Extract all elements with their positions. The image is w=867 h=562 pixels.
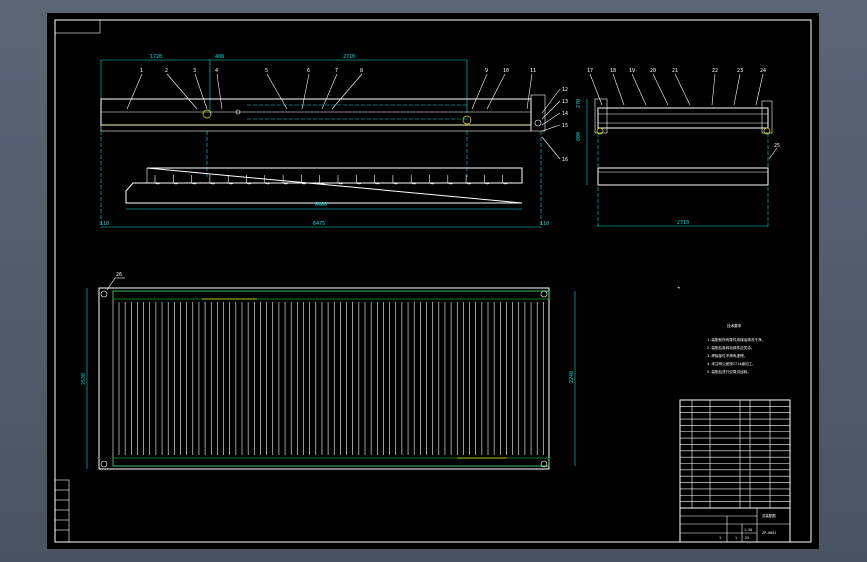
dim-overall-length: 6475 [313, 221, 325, 227]
callout-22: 22 [712, 68, 718, 74]
pulley-right [462, 115, 472, 125]
callout-15: 15 [562, 123, 568, 129]
dim-inner-length: 6400 [315, 202, 327, 208]
callout-20: 20 [650, 68, 656, 74]
dim-span: 2710 [343, 54, 355, 60]
technical-notes: 技术要求 1.装配前所有零件用煤油清洗干净。 2.装配后各转动部件应灵活。 3.… [707, 323, 765, 374]
callout-5: 5 [265, 68, 268, 74]
side-frame [597, 107, 769, 129]
revision-strip [54, 479, 70, 543]
callout-3: 3 [193, 68, 196, 74]
front-view: 1728 408 2710 1 2 3 4 5 6 7 8 9 10 111213141516 64… [100, 54, 568, 228]
callout-8: 8 [360, 68, 363, 74]
drawing-number: ZP-0001 [762, 531, 776, 535]
callout-plan: 26 [116, 272, 122, 278]
callout-17: 17 [587, 68, 593, 74]
callout-9: 9 [485, 68, 488, 74]
callout-23: 23 [737, 68, 743, 74]
bottom-rail [112, 457, 550, 467]
corner-stamp [54, 19, 101, 34]
callout-4: 4 [215, 68, 218, 74]
drawing-sheet: 1728 408 2710 1 2 3 4 5 6 7 8 9 10 11 12 13 14 15 16 64… [47, 13, 819, 549]
callout-14: 14 [562, 111, 568, 117]
callout-25: 25 [774, 143, 780, 149]
callout-7: 7 [335, 68, 338, 74]
note-3: 3.焊接部位不得有虚焊。 [707, 353, 747, 358]
side-callouts: 17 18 19 20 21 22 23 24 25 [587, 68, 780, 160]
drawing-name: 总装配图 [762, 513, 776, 518]
dim-side-small: 270 [576, 99, 582, 108]
callout-1: 1 [140, 68, 143, 74]
sheet-total: 25 [745, 536, 749, 540]
note-2: 2.装配后各转动部件应灵活。 [707, 345, 754, 350]
plan-view: 2530 2240 26 [81, 272, 576, 470]
dim-end-right: 110 [540, 221, 549, 227]
plan-slats [118, 302, 544, 455]
callout-13: 13 [562, 99, 568, 105]
callout-16: 16 [562, 157, 568, 163]
callout-18: 18 [610, 68, 616, 74]
note-5: 5.装配后进行空载试运转。 [707, 369, 751, 374]
dim-left-offset: 1728 [150, 54, 162, 60]
front-callouts: 1 2 3 4 5 6 7 8 9 10 111213141516 [126, 68, 568, 163]
callout-19: 19 [629, 68, 635, 74]
callout-11: 11 [530, 68, 536, 74]
callout-10: 10 [503, 68, 509, 74]
note-1: 1.装配前所有零件用煤油清洗干净。 [707, 337, 765, 342]
note-4: 4.未注明公差按IT14级加工。 [707, 361, 756, 366]
pulley-left [202, 109, 212, 119]
side-hopper [597, 167, 769, 186]
sheet-number: 1 [719, 536, 721, 540]
dim-end-left: 110 [100, 221, 109, 227]
callout-24: 24 [760, 68, 766, 74]
top-rail [112, 290, 550, 300]
plan-outline [98, 287, 550, 470]
dim-side-width: 2710 [677, 220, 689, 226]
end-bracket [530, 94, 546, 132]
title-block: 总装配图 ZP-0001 1:20 1 1 25 [679, 399, 791, 543]
dim-gap: 408 [215, 54, 224, 60]
callout-12: 12 [562, 87, 568, 93]
notes-heading: 技术要求 [727, 323, 742, 328]
comb-trough [125, 167, 523, 204]
sheet-of: 1 [735, 536, 737, 540]
parts-list [679, 399, 791, 543]
callout-2: 2 [165, 68, 168, 74]
dim-plan-left: 2530 [81, 373, 87, 385]
dim-plan-right: 2240 [569, 371, 575, 383]
dim-side-height: 800 [576, 132, 582, 141]
cad-drawing: 1728 408 2710 1 2 3 4 5 6 7 8 9 10 111213141516 64… [54, 19, 812, 543]
marker: ◂ [677, 285, 680, 291]
side-view: 2710 800 270 17 18 19 20 21 22 23 24 25 [576, 68, 780, 227]
callout-21: 21 [672, 68, 678, 74]
scale: 1:20 [744, 528, 752, 532]
callout-6: 6 [307, 68, 310, 74]
